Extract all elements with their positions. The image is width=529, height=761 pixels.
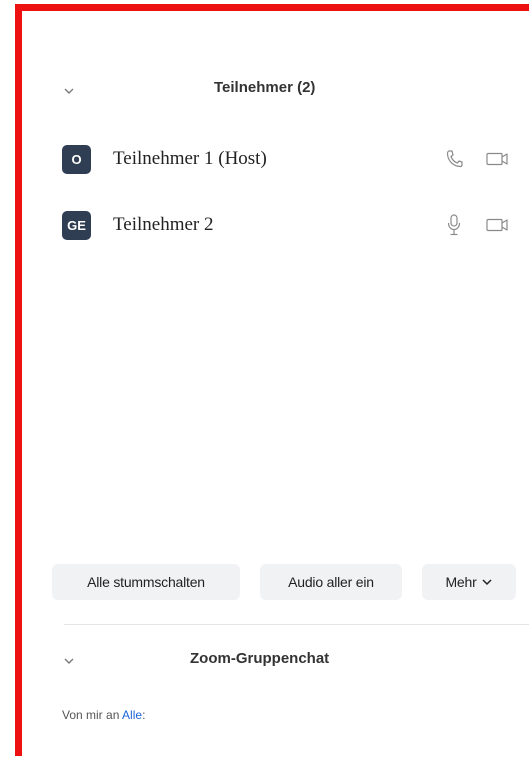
chat-recipient-suffix: : xyxy=(142,708,146,722)
unmute-all-button[interactable]: Audio aller ein xyxy=(260,564,402,600)
section-divider xyxy=(64,624,529,625)
video-off-icon[interactable] xyxy=(486,152,512,166)
chat-recipient-prefix: Von mir an xyxy=(62,708,120,722)
participant-name: Teilnehmer 2 xyxy=(113,214,214,235)
chat-recipient-select[interactable]: Alle xyxy=(122,708,142,722)
video-off-icon[interactable] xyxy=(486,218,512,232)
more-button[interactable]: Mehr xyxy=(422,564,516,600)
mute-all-button[interactable]: Alle stummschalten xyxy=(52,564,240,600)
chat-recipient-line: Von mir an Alle: xyxy=(62,708,145,722)
phone-icon[interactable] xyxy=(445,149,463,169)
participant-name: Teilnehmer 1 (Host) xyxy=(113,148,267,169)
more-button-label: Mehr xyxy=(445,574,477,590)
chat-title: Zoom-Gruppenchat xyxy=(190,650,330,667)
collapse-participants-chevron-icon[interactable] xyxy=(62,86,76,96)
participants-title: Teilnehmer (2) xyxy=(214,79,316,96)
avatar: GE xyxy=(62,211,91,240)
screenshot-highlight-frame xyxy=(15,4,529,756)
avatar: O xyxy=(62,145,91,174)
microphone-icon[interactable] xyxy=(447,214,461,236)
chevron-down-icon xyxy=(482,579,492,586)
collapse-chat-chevron-icon[interactable] xyxy=(62,656,76,666)
